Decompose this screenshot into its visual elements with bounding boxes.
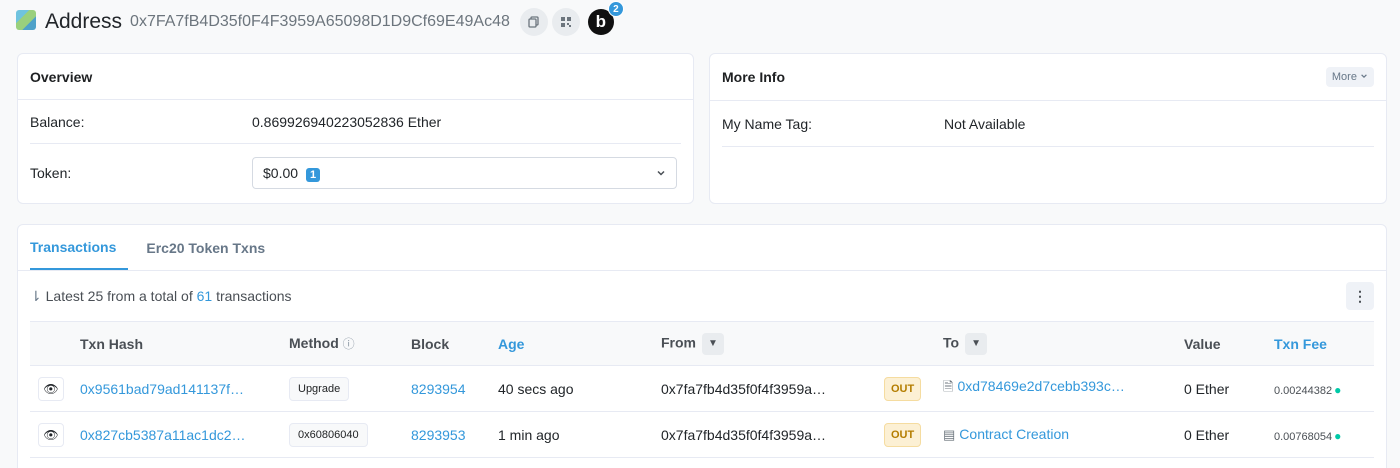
block-link[interactable]: 8293953 [411, 427, 466, 443]
from-cell: 0x7fa7fb4d35f0f4f3959a… [661, 426, 827, 443]
txn-hash-link[interactable]: 0x827cb5387a11ac1dc2… [80, 427, 246, 443]
table-header-row: Txn Hash Method ⓘ Block Age From ▼ To ▼ Va… [30, 321, 1374, 366]
table-row: 👁 0x9561bad79ad141137f… Upgrade 8293954 … [30, 366, 1374, 412]
txn-fee-cell: 0.00768054 [1274, 430, 1333, 443]
tab-erc20-token-txns[interactable]: Erc20 Token Txns [146, 225, 275, 270]
token-row: Token: $0.00 1 [30, 144, 681, 202]
col-to: To ▼ [943, 322, 1184, 366]
transactions-summary: ⇂ Latest 25 from a total of 61 transacti… [18, 271, 1386, 321]
transactions-table: Txn Hash Method ⓘ Block Age From ▼ To ▼ Va… [30, 321, 1374, 458]
token-value: $0.00 [263, 165, 299, 181]
age-cell: 40 secs ago [498, 380, 574, 397]
token-count-badge: 1 [306, 168, 321, 182]
eye-icon[interactable]: 👁 [38, 376, 64, 401]
sort-icon: ⇂ [30, 287, 42, 304]
col-value: Value [1184, 335, 1221, 352]
col-method: Method ⓘ [289, 335, 355, 351]
more-options-icon[interactable]: ⋮ [1346, 282, 1374, 310]
to-address-link[interactable]: Contract Creation [959, 426, 1069, 442]
blockscan-label: b [595, 12, 607, 31]
token-label: Token: [30, 165, 72, 181]
more-info-title: More Info [722, 69, 785, 85]
col-block: Block [411, 335, 450, 352]
more-info-card: More Info More My Name Tag: Not Availabl… [709, 53, 1387, 204]
balance-value: 0.869926940223052836 Ether [252, 113, 442, 130]
total-transactions-link[interactable]: 61 [197, 288, 213, 304]
eye-icon[interactable]: 👁 [38, 422, 64, 447]
blockscan-count-badge: 2 [607, 1, 624, 17]
tab-transactions[interactable]: Transactions [30, 225, 129, 270]
col-from: From ▼ [661, 322, 884, 366]
summary-suffix: transactions [216, 287, 292, 304]
block-link[interactable]: 8293954 [411, 381, 466, 397]
method-tag: Upgrade [289, 376, 350, 401]
balance-row: Balance: 0.869926940223052836 Ether [30, 100, 681, 144]
to-address-link[interactable]: 0xd78469e2d7cebb393c… [957, 378, 1124, 394]
name-tag-row: My Name Tag: Not Available [722, 101, 1374, 147]
value-cell: 0 Ether [1184, 380, 1230, 397]
balance-label: Balance: [30, 113, 85, 130]
more-button[interactable]: More [1325, 67, 1374, 87]
col-txn-hash: Txn Hash [80, 335, 144, 352]
summary-prefix: Latest 25 from a total of [45, 287, 193, 304]
transactions-card: Transactions Erc20 Token Txns ⇂ Latest 2… [17, 224, 1387, 468]
token-dropdown[interactable]: $0.00 1 [252, 157, 677, 189]
page-title: Address [45, 10, 123, 33]
name-tag-label: My Name Tag: [722, 115, 812, 132]
qr-code-icon[interactable] [551, 8, 580, 36]
overview-title: Overview [30, 68, 93, 85]
value-cell: 0 Ether [1184, 426, 1230, 443]
from-cell: 0x7fa7fb4d35f0f4f3959a… [661, 380, 827, 397]
address-avatar-icon [16, 10, 36, 30]
direction-badge: OUT [884, 376, 922, 401]
contract-creation-icon: ▤ [943, 427, 956, 442]
chevron-down-icon [656, 165, 666, 181]
txn-fee-cell: 0.00244382 [1274, 384, 1333, 397]
more-info-header: More Info More [710, 54, 1386, 101]
table-row: 👁 0x827cb5387a11ac1dc2… 0x60806040 82939… [30, 412, 1374, 458]
blockscan-chat-button[interactable]: b 2 [587, 1, 624, 35]
tab-bar: Transactions Erc20 Token Txns [18, 225, 1386, 271]
col-age[interactable]: Age [498, 322, 661, 366]
overview-header: Overview [18, 54, 693, 100]
copy-icon[interactable] [519, 8, 548, 36]
name-tag-value: Not Available [944, 115, 1026, 132]
method-tag: 0x60806040 [289, 422, 368, 447]
contract-file-icon: 🗎 [943, 378, 954, 394]
filter-icon[interactable]: ▼ [702, 332, 724, 355]
page-header: Address 0x7FA7fB4D35f0F4F3959A65098D1D9C… [16, 1, 624, 36]
txn-hash-link[interactable]: 0x9561bad79ad141137f… [80, 381, 244, 397]
filter-icon[interactable]: ▼ [965, 332, 988, 355]
info-icon[interactable]: ⓘ [343, 337, 355, 351]
col-txn-fee[interactable]: Txn Fee [1274, 322, 1374, 366]
age-cell: 1 min ago [498, 426, 560, 443]
gas-bulb-icon: ● [1334, 382, 1342, 397]
page-address: 0x7FA7fB4D35f0F4F3959A65098D1D9Cf69E49Ac… [130, 13, 510, 30]
direction-badge: OUT [884, 422, 922, 447]
overview-card: Overview Balance: 0.869926940223052836 E… [17, 53, 694, 204]
gas-bulb-icon: ● [1334, 428, 1342, 443]
